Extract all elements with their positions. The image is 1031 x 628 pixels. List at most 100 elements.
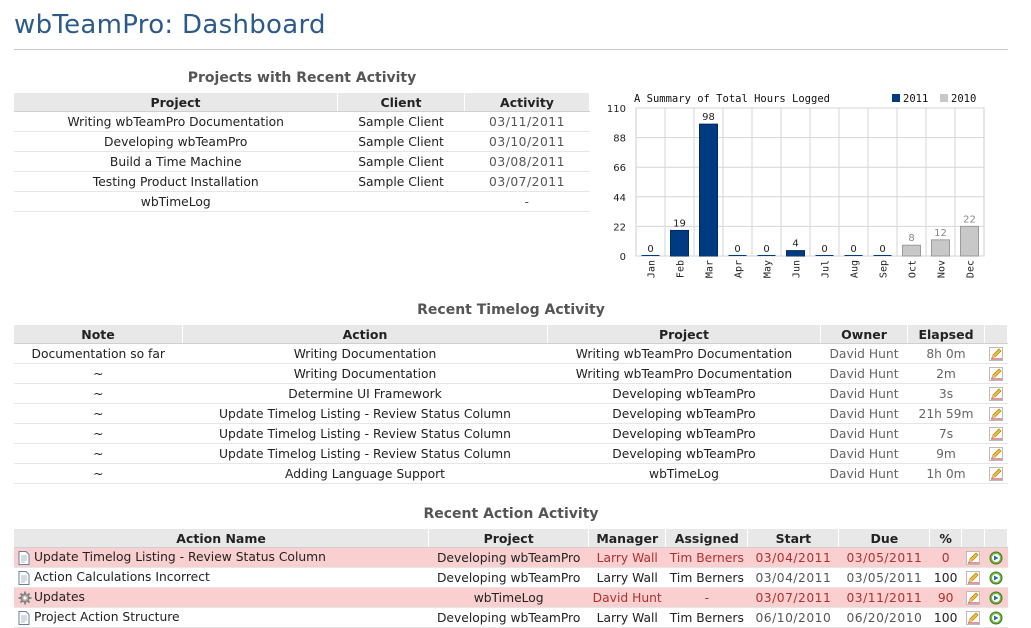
- note-cell: ~: [14, 423, 183, 444]
- pencil-edit-icon[interactable]: [989, 446, 1003, 461]
- client-cell: Sample Client: [337, 151, 465, 172]
- pencil-edit-icon[interactable]: [965, 550, 980, 565]
- activity-date-cell: 03/11/2011: [464, 111, 590, 132]
- pencil-edit-icon[interactable]: [989, 346, 1003, 361]
- col-header-due[interactable]: Due: [838, 529, 931, 548]
- table-row[interactable]: ~ Update Timelog Listing - Review Status …: [14, 403, 1008, 424]
- project-cell: wbTimeLog: [547, 463, 821, 484]
- table-row[interactable]: Action Calculations Incorrect Developing …: [14, 567, 1008, 588]
- edit-cell: [961, 567, 985, 588]
- table-row[interactable]: Update Timelog Listing - Review Status C…: [14, 547, 1008, 568]
- x-tick-label: Sep: [879, 260, 890, 278]
- go-arrow-icon[interactable]: [989, 571, 1003, 585]
- due-date-cell: 03/05/2011: [838, 567, 930, 588]
- start-date-cell: 06/10/2010: [747, 607, 839, 628]
- project-name-cell[interactable]: wbTimeLog: [14, 191, 338, 212]
- pencil-edit-icon[interactable]: [965, 610, 980, 625]
- edit-cell: [984, 443, 1008, 464]
- x-tick-label: Mar: [705, 260, 716, 278]
- action-name-label[interactable]: Action Calculations Incorrect: [34, 570, 210, 584]
- go-arrow-icon[interactable]: [989, 611, 1003, 625]
- table-row[interactable]: ~ Update Timelog Listing - Review Status …: [14, 423, 1008, 444]
- y-tick-label: 0: [620, 252, 626, 263]
- col-header-manager[interactable]: Manager: [588, 529, 667, 548]
- col-header-owner[interactable]: Owner: [820, 325, 908, 344]
- col-header-percent[interactable]: %: [929, 529, 962, 548]
- pencil-edit-icon[interactable]: [989, 426, 1003, 441]
- action-name-label[interactable]: Update Timelog Listing - Review Status C…: [34, 550, 326, 564]
- edit-cell: [984, 403, 1008, 424]
- table-row[interactable]: Build a Time Machine Sample Client 03/08/2…: [14, 151, 590, 172]
- note-cell: ~: [14, 463, 183, 484]
- table-row[interactable]: Updates wbTimeLog David Hunt -03/07/2011 03/…: [14, 587, 1008, 608]
- project-name-cell[interactable]: Build a Time Machine: [14, 151, 338, 172]
- col-header-action-name[interactable]: Action Name: [14, 529, 430, 548]
- table-row[interactable]: ~ Determine UI Framework Developing wbTeam…: [14, 383, 1008, 404]
- table-row[interactable]: Project Action Structure Developing wbTea…: [14, 607, 1008, 628]
- table-row[interactable]: ~ Adding Language Support wbTimeLog David H…: [14, 463, 1008, 484]
- col-header-assigned[interactable]: Assigned: [665, 529, 749, 548]
- col-header-project[interactable]: Project: [547, 325, 821, 344]
- go-arrow-icon[interactable]: [989, 591, 1003, 605]
- note-cell: ~: [14, 363, 183, 384]
- owner-cell: David Hunt: [820, 423, 908, 444]
- start-date-cell: 03/07/2011: [747, 587, 839, 608]
- bar-value-label: 0: [734, 244, 740, 255]
- col-header-elapsed[interactable]: Elapsed: [907, 325, 985, 344]
- project-name-cell[interactable]: Testing Product Installation: [14, 171, 338, 192]
- bar-2010-May: [757, 255, 776, 256]
- project-name-cell[interactable]: Developing wbTeamPro: [14, 131, 338, 152]
- col-header-project[interactable]: Project: [14, 93, 338, 112]
- pencil-edit-icon[interactable]: [989, 466, 1003, 481]
- owner-cell: David Hunt: [820, 443, 908, 464]
- activity-date-cell: 03/07/2011: [464, 171, 590, 192]
- projects-table: Project Client Activity Writing wbTeamPr…: [14, 93, 590, 212]
- pencil-edit-icon[interactable]: [965, 570, 980, 585]
- pencil-edit-icon[interactable]: [989, 366, 1003, 381]
- edit-cell: [961, 547, 985, 568]
- table-row[interactable]: Testing Product Installation Sample Clien…: [14, 171, 590, 192]
- bar-value-label: 12: [934, 228, 947, 239]
- assigned-cell: -: [665, 587, 748, 608]
- pencil-edit-icon[interactable]: [989, 406, 1003, 421]
- col-header-action[interactable]: Action: [182, 325, 548, 344]
- note-cell: ~: [14, 443, 183, 464]
- bar-value-label: 0: [647, 244, 653, 255]
- elapsed-cell: 7s: [907, 423, 985, 444]
- bar-2010-Aug: [844, 255, 863, 256]
- table-row[interactable]: ~ Update Timelog Listing - Review Status …: [14, 443, 1008, 464]
- note-cell: Documentation so far: [14, 343, 183, 364]
- bar-value-label: 0: [879, 244, 885, 255]
- project-cell: Developing wbTeamPro: [547, 423, 821, 444]
- col-header-activity[interactable]: Activity: [464, 93, 590, 112]
- view-cell: [984, 567, 1008, 588]
- col-header-client[interactable]: Client: [337, 93, 465, 112]
- table-row[interactable]: ~ Writing Documentation Writing wbTeamPro …: [14, 363, 1008, 384]
- pencil-edit-icon[interactable]: [989, 386, 1003, 401]
- note-cell: ~: [14, 403, 183, 424]
- edit-cell: [984, 383, 1008, 404]
- edit-cell: [961, 607, 985, 628]
- table-row[interactable]: wbTimeLog -: [14, 191, 590, 212]
- table-row[interactable]: Developing wbTeamPro Sample Client 03/10/2…: [14, 131, 590, 152]
- col-header-project[interactable]: Project: [428, 529, 590, 548]
- project-name-cell[interactable]: Writing wbTeamPro Documentation: [14, 111, 338, 132]
- col-header-start[interactable]: Start: [747, 529, 840, 548]
- edit-cell: [961, 587, 985, 608]
- pencil-edit-icon[interactable]: [965, 590, 980, 605]
- go-arrow-icon[interactable]: [989, 551, 1003, 565]
- col-header-note[interactable]: Note: [14, 325, 183, 344]
- table-row[interactable]: Documentation so far Writing Documentatio…: [14, 343, 1008, 364]
- action-name-label[interactable]: Updates: [34, 590, 85, 604]
- action-cell: Update Timelog Listing - Review Status C…: [182, 423, 548, 444]
- project-cell: Writing wbTeamPro Documentation: [547, 363, 821, 384]
- action-name-label[interactable]: Project Action Structure: [34, 610, 180, 624]
- percent-cell: 100: [929, 567, 962, 588]
- assigned-cell: Tim Berners: [665, 547, 748, 568]
- table-row[interactable]: Writing wbTeamPro Documentation Sample Cl…: [14, 111, 590, 132]
- projects-section-title: Projects with Recent Activity: [187, 70, 417, 86]
- due-date-cell: 06/20/2010: [838, 607, 930, 628]
- gear-icon: [18, 591, 32, 605]
- percent-cell: 0: [929, 547, 962, 568]
- x-tick-label: Jul: [821, 260, 832, 278]
